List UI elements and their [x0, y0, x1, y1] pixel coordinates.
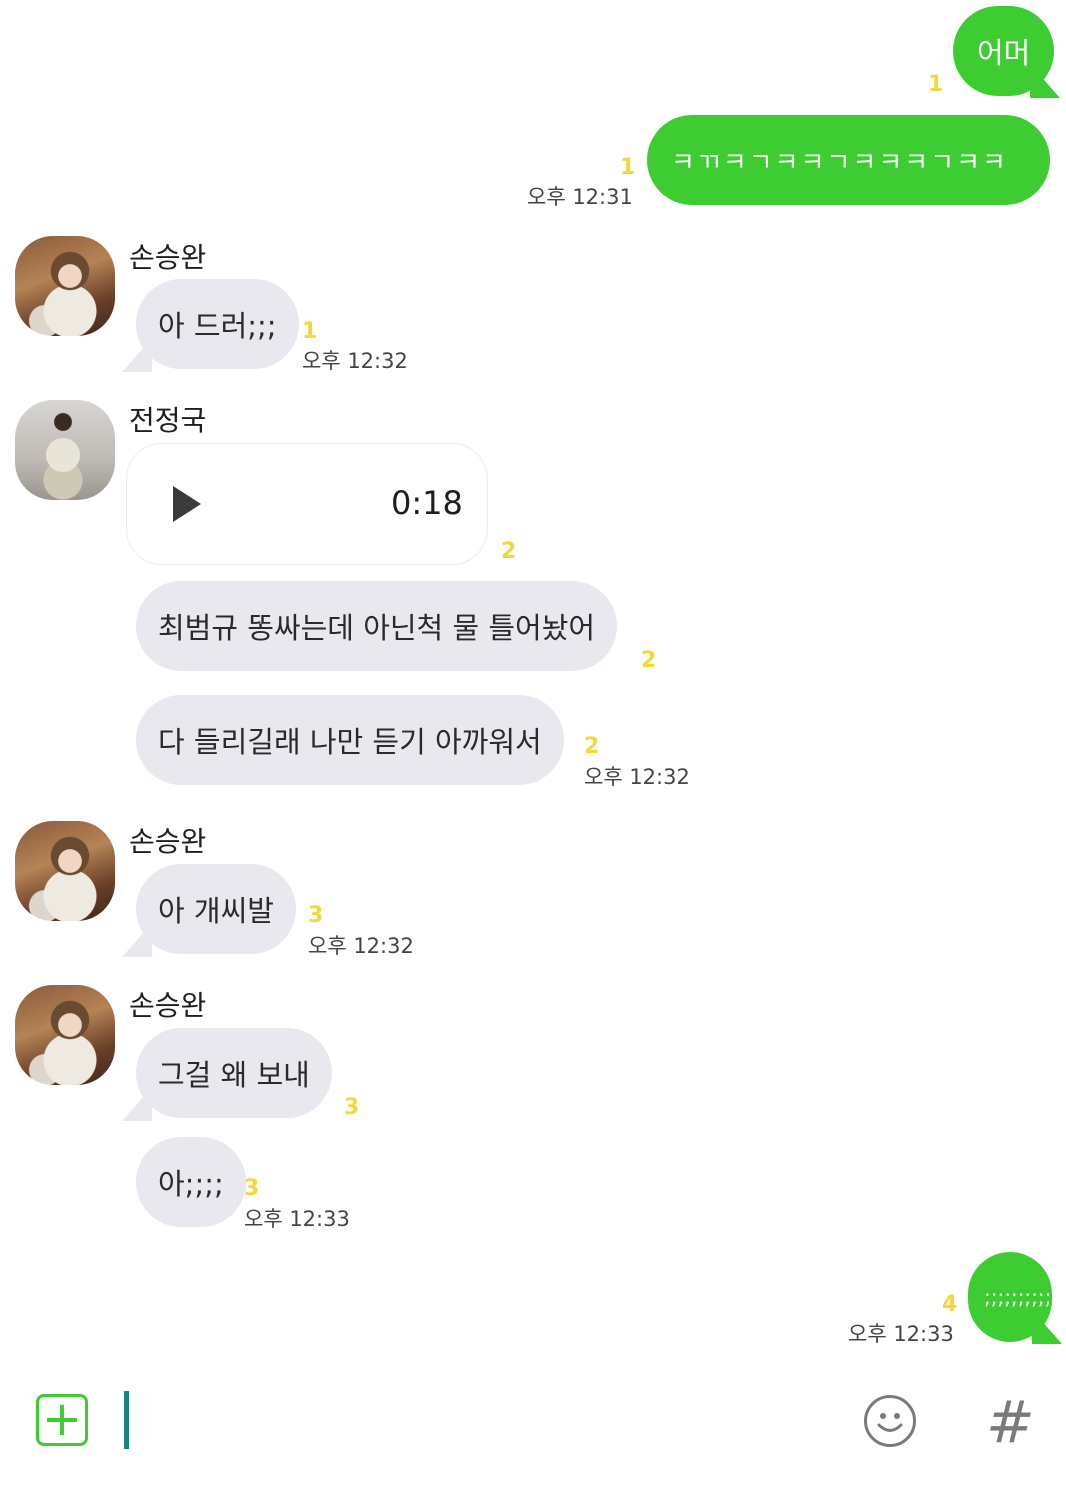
- read-count: 2: [584, 734, 600, 759]
- message-bubble-outgoing[interactable]: 어머: [953, 6, 1055, 96]
- message-text: 어머: [977, 36, 1031, 70]
- avatar[interactable]: [15, 236, 115, 336]
- read-count: 1: [302, 319, 318, 344]
- message-time: 오후 12:32: [308, 934, 414, 958]
- message-text: 아 개씨발: [158, 894, 274, 928]
- read-count: 3: [244, 1176, 260, 1201]
- message-bubble-incoming[interactable]: 아;;;;: [136, 1137, 246, 1227]
- avatar[interactable]: [15, 821, 115, 921]
- message-time: 오후 12:33: [848, 1322, 954, 1346]
- message-text: 아 드러;;;: [158, 309, 277, 343]
- message-time: 오후 12:32: [584, 765, 690, 789]
- message-text: 아;;;;: [158, 1167, 224, 1201]
- message-bubble-incoming[interactable]: 그걸 왜 보내: [136, 1028, 332, 1118]
- voice-message[interactable]: 0:18: [126, 443, 488, 565]
- sender-name: 손승완: [129, 241, 207, 274]
- message-text: 그걸 왜 보내: [158, 1058, 310, 1092]
- read-count: 2: [641, 648, 657, 673]
- read-count: 4: [942, 1292, 958, 1317]
- message-time: 오후 12:33: [244, 1207, 350, 1231]
- message-bubble-incoming[interactable]: 아 개씨발: [136, 864, 296, 954]
- message-bubble-outgoing[interactable]: ㅋㄲㅋㄱㅋㅋㄱㅋㅋㅋㄱㅋㅋ: [647, 115, 1050, 205]
- message-time: 오후 12:31: [527, 185, 633, 209]
- message-bubble-incoming[interactable]: 다 들리길래 나만 듣기 아까워서: [136, 695, 564, 785]
- read-count: 3: [308, 903, 324, 928]
- avatar[interactable]: [15, 985, 115, 1085]
- message-text: 다 들리길래 나만 듣기 아까워서: [158, 725, 542, 759]
- voice-duration: 0:18: [391, 484, 463, 522]
- sender-name: 손승완: [129, 825, 207, 858]
- add-attachment-button[interactable]: +: [36, 1394, 88, 1446]
- sender-name: 전정국: [129, 404, 207, 437]
- play-icon[interactable]: [173, 486, 201, 522]
- message-bubble-incoming[interactable]: 아 드러;;;: [136, 279, 299, 369]
- message-text: ㅋㄲㅋㄱㅋㅋㄱㅋㅋㅋㄱㅋㅋ: [671, 147, 1008, 178]
- smiley-icon[interactable]: [864, 1395, 916, 1447]
- message-time: 오후 12:32: [302, 349, 408, 373]
- message-input[interactable]: [124, 1391, 129, 1449]
- read-count: 1: [928, 72, 944, 97]
- avatar[interactable]: [15, 400, 115, 500]
- read-count: 2: [501, 539, 517, 564]
- sender-name: 손승완: [129, 989, 207, 1022]
- message-text: 최범규 똥싸는데 아닌척 물 틀어놨어: [158, 611, 596, 645]
- read-count: 3: [344, 1095, 360, 1120]
- read-count: 1: [620, 155, 636, 180]
- message-text: ;;;;;;;;;;: [984, 1285, 1052, 1309]
- hashtag-button[interactable]: #: [986, 1388, 1035, 1456]
- message-bubble-outgoing[interactable]: ;;;;;;;;;;: [968, 1252, 1052, 1342]
- message-bubble-incoming[interactable]: 최범규 똥싸는데 아닌척 물 틀어놨어: [136, 581, 618, 671]
- plus-icon: +: [41, 1391, 83, 1447]
